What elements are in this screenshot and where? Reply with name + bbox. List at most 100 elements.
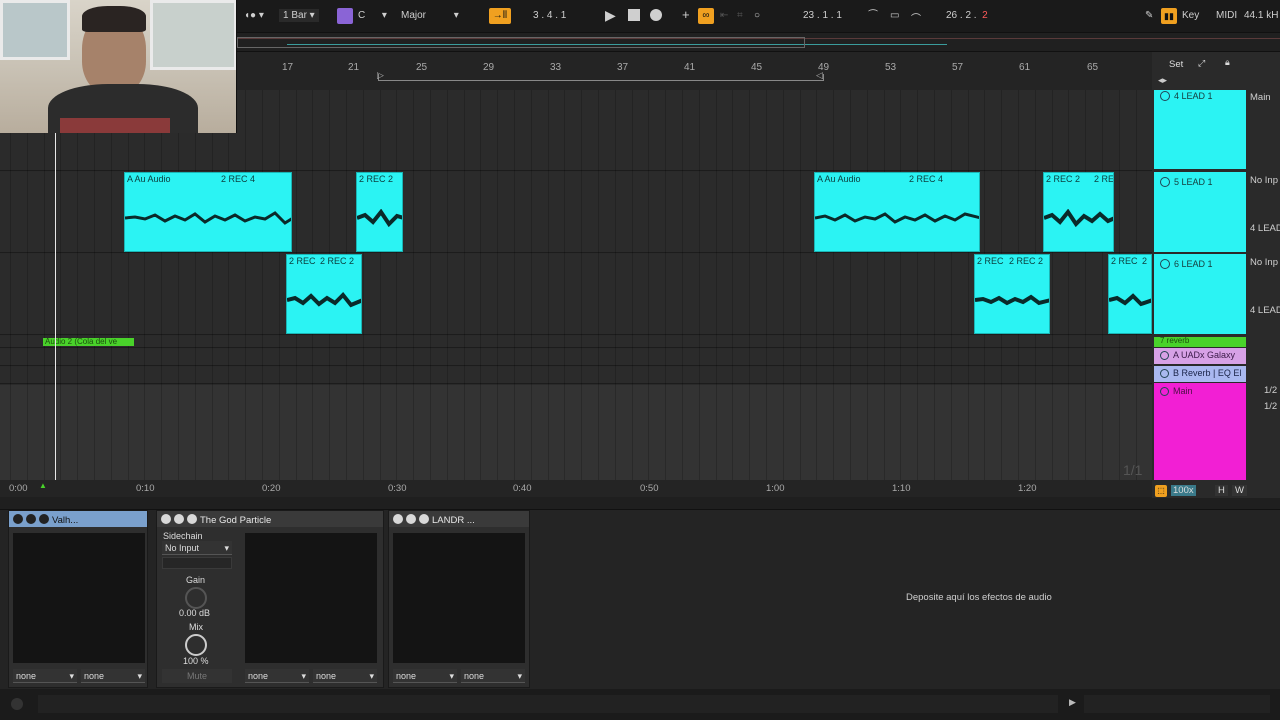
preset-dropdown[interactable]: none ▾ (461, 669, 525, 683)
track-header[interactable]: 6 LEAD 1 (1154, 254, 1246, 334)
stop-button[interactable] (628, 9, 640, 21)
device-title-bar[interactable]: LANDR ... (389, 511, 529, 527)
automation-arm-button[interactable]: ∞ (698, 8, 714, 24)
track-output[interactable]: 1/2 (1264, 401, 1277, 412)
loop-start-display[interactable]: 23 . 1 . 1 (803, 10, 842, 21)
drop-zone-hint[interactable]: Deposite aquí los efectos de audio (906, 592, 1052, 603)
mix-knob[interactable] (185, 634, 207, 656)
plugin-panel[interactable] (13, 533, 145, 663)
song-position-display[interactable]: 3 . 4 . 1 (533, 10, 566, 21)
lock-icon[interactable]: 🔒︎ (1225, 57, 1230, 68)
edit-icon[interactable] (187, 514, 197, 524)
plugin-panel[interactable] (245, 533, 377, 663)
arrows-icon[interactable]: ◂▸ (1158, 75, 1167, 86)
h-toggle[interactable]: H (1215, 485, 1228, 496)
loop-brace[interactable] (378, 74, 824, 81)
fold-icon[interactable] (1160, 177, 1170, 187)
start-marker-icon[interactable]: ▲ (39, 481, 47, 490)
fold-icon[interactable] (1160, 259, 1170, 269)
zoom-display[interactable]: 100x (1171, 485, 1196, 496)
keyboard-mapping-icon[interactable]: ▮▮ (1161, 8, 1177, 24)
loop-toggle-icon[interactable]: ▭ (890, 10, 899, 21)
fold-icon[interactable] (1160, 91, 1170, 101)
return-track-header[interactable]: B Reverb | EQ El (1154, 366, 1246, 382)
track-input[interactable]: No Inp (1250, 175, 1278, 186)
scale-mode-button[interactable] (337, 8, 353, 24)
track-output[interactable]: 1/2 (1264, 385, 1277, 396)
set-button[interactable]: Set (1169, 59, 1183, 70)
power-icon[interactable] (161, 514, 171, 524)
arrangement-overview[interactable] (237, 33, 1280, 52)
capture-icon[interactable]: ⌗ (737, 10, 743, 21)
power-icon[interactable] (13, 514, 23, 524)
track-header[interactable]: 7 reverb (1154, 337, 1246, 347)
audio-clip[interactable]: A Au Audio 2 REC 4 (124, 172, 292, 252)
preset-dropdown[interactable]: none ▾ (313, 669, 377, 683)
track-routing[interactable]: 4 LEAD (1250, 305, 1280, 316)
track-output[interactable]: Main (1250, 92, 1271, 103)
record-button[interactable] (650, 9, 662, 21)
fold-icon[interactable] (406, 514, 416, 524)
loop-start-marker-icon[interactable]: ▷ (377, 70, 384, 81)
w-toggle[interactable]: W (1232, 485, 1247, 496)
punch-out-icon[interactable]: ⌒ (911, 10, 921, 25)
fold-icon[interactable] (174, 514, 184, 524)
preset-dropdown[interactable]: none ▾ (81, 669, 145, 683)
return-track-header[interactable]: A UADx Galaxy (1154, 348, 1246, 364)
preset-dropdown[interactable]: none ▾ (13, 669, 77, 683)
sidechain-input-dropdown[interactable]: No Input ▾ (162, 541, 232, 555)
device-title-bar[interactable]: The God Particle (157, 511, 383, 527)
audio-clip-green[interactable]: Audio 2 (Cola del ve (43, 338, 134, 346)
track-routing[interactable]: 4 LEAD (1250, 223, 1280, 234)
power-icon[interactable] (393, 514, 403, 524)
gain-knob[interactable] (185, 587, 207, 609)
plugin-panel[interactable] (393, 533, 525, 663)
key-root-dropdown[interactable]: C ▾ (358, 10, 387, 21)
midi-map-button[interactable]: MIDI (1216, 10, 1237, 21)
edit-icon[interactable] (419, 514, 429, 524)
audio-clip[interactable]: A Au Audio 2 REC 4 (814, 172, 980, 252)
info-icon[interactable] (11, 698, 23, 710)
zoom-icon[interactable]: ⬚ (1155, 485, 1167, 497)
loop-icon[interactable]: ○ (754, 10, 760, 21)
audio-clip[interactable]: 2 REC 2 (356, 172, 403, 252)
audio-clip[interactable]: 2 REC 2 REC 2 (974, 254, 1050, 334)
edit-icon[interactable] (39, 514, 49, 524)
audio-clip[interactable]: 2 REC 2 REC 2 (286, 254, 362, 334)
time-ruler[interactable]: 0:00 0:10 0:20 0:30 0:40 0:50 1:00 1:10 … (0, 480, 1152, 497)
preset-dropdown[interactable]: none ▾ (245, 669, 309, 683)
draw-mode-icon[interactable]: ✎ (1145, 10, 1153, 21)
fold-icon[interactable] (1160, 387, 1169, 396)
track-header[interactable]: 4 LEAD 1 (1154, 90, 1246, 169)
device-landr[interactable]: LANDR ... none ▾ none ▾ (388, 510, 530, 688)
quantize-dropdown[interactable]: 1 Bar ▾ (279, 9, 319, 22)
preset-dropdown[interactable]: none ▾ (393, 669, 457, 683)
play-icon[interactable] (1160, 351, 1169, 360)
punch-in-icon[interactable]: ⏜ (868, 10, 878, 21)
fold-icon[interactable] (26, 514, 36, 524)
key-map-button[interactable]: Key (1182, 10, 1199, 21)
device-valhalla[interactable]: Valh... none ▾ none ▾ (8, 510, 148, 688)
metronome-icon[interactable]: ◖● ▾ (244, 10, 264, 21)
audio-clip[interactable]: 2 REC 2 (1108, 254, 1152, 334)
track-input[interactable]: No Inp (1250, 257, 1278, 268)
device-god-particle[interactable]: The God Particle Sidechain No Input ▾ Gai… (156, 510, 384, 688)
loop-length-display[interactable]: 26 . 2 . 2 (946, 10, 988, 21)
playhead[interactable] (55, 130, 56, 480)
back-to-arrangement-icon[interactable]: ⇤ (720, 10, 728, 21)
add-icon[interactable]: + (682, 7, 690, 22)
status-play-icon[interactable]: ▶ (1069, 697, 1076, 708)
play-button[interactable]: ▶ (605, 7, 616, 24)
sidechain-field[interactable] (162, 557, 232, 569)
arrangement-view[interactable]: A Au Audio 2 REC 4 2 REC 2 A Au Audio 2 … (0, 90, 1152, 480)
play-icon[interactable] (1160, 369, 1169, 378)
audio-clip[interactable]: 2 REC 2 2 RE (1043, 172, 1114, 252)
device-title-bar[interactable]: Valh... (9, 511, 147, 527)
mute-button[interactable]: Mute (162, 669, 232, 683)
loop-end-marker-icon[interactable]: ◁ (816, 70, 823, 81)
follow-button[interactable]: →⦀ (489, 8, 511, 24)
track-header[interactable]: 5 LEAD 1 (1154, 172, 1246, 252)
scale-dropdown[interactable]: Major ▾ (401, 10, 459, 21)
fullscreen-icon[interactable]: ⤢ (1198, 58, 1205, 69)
overview-viewport[interactable] (237, 37, 805, 48)
